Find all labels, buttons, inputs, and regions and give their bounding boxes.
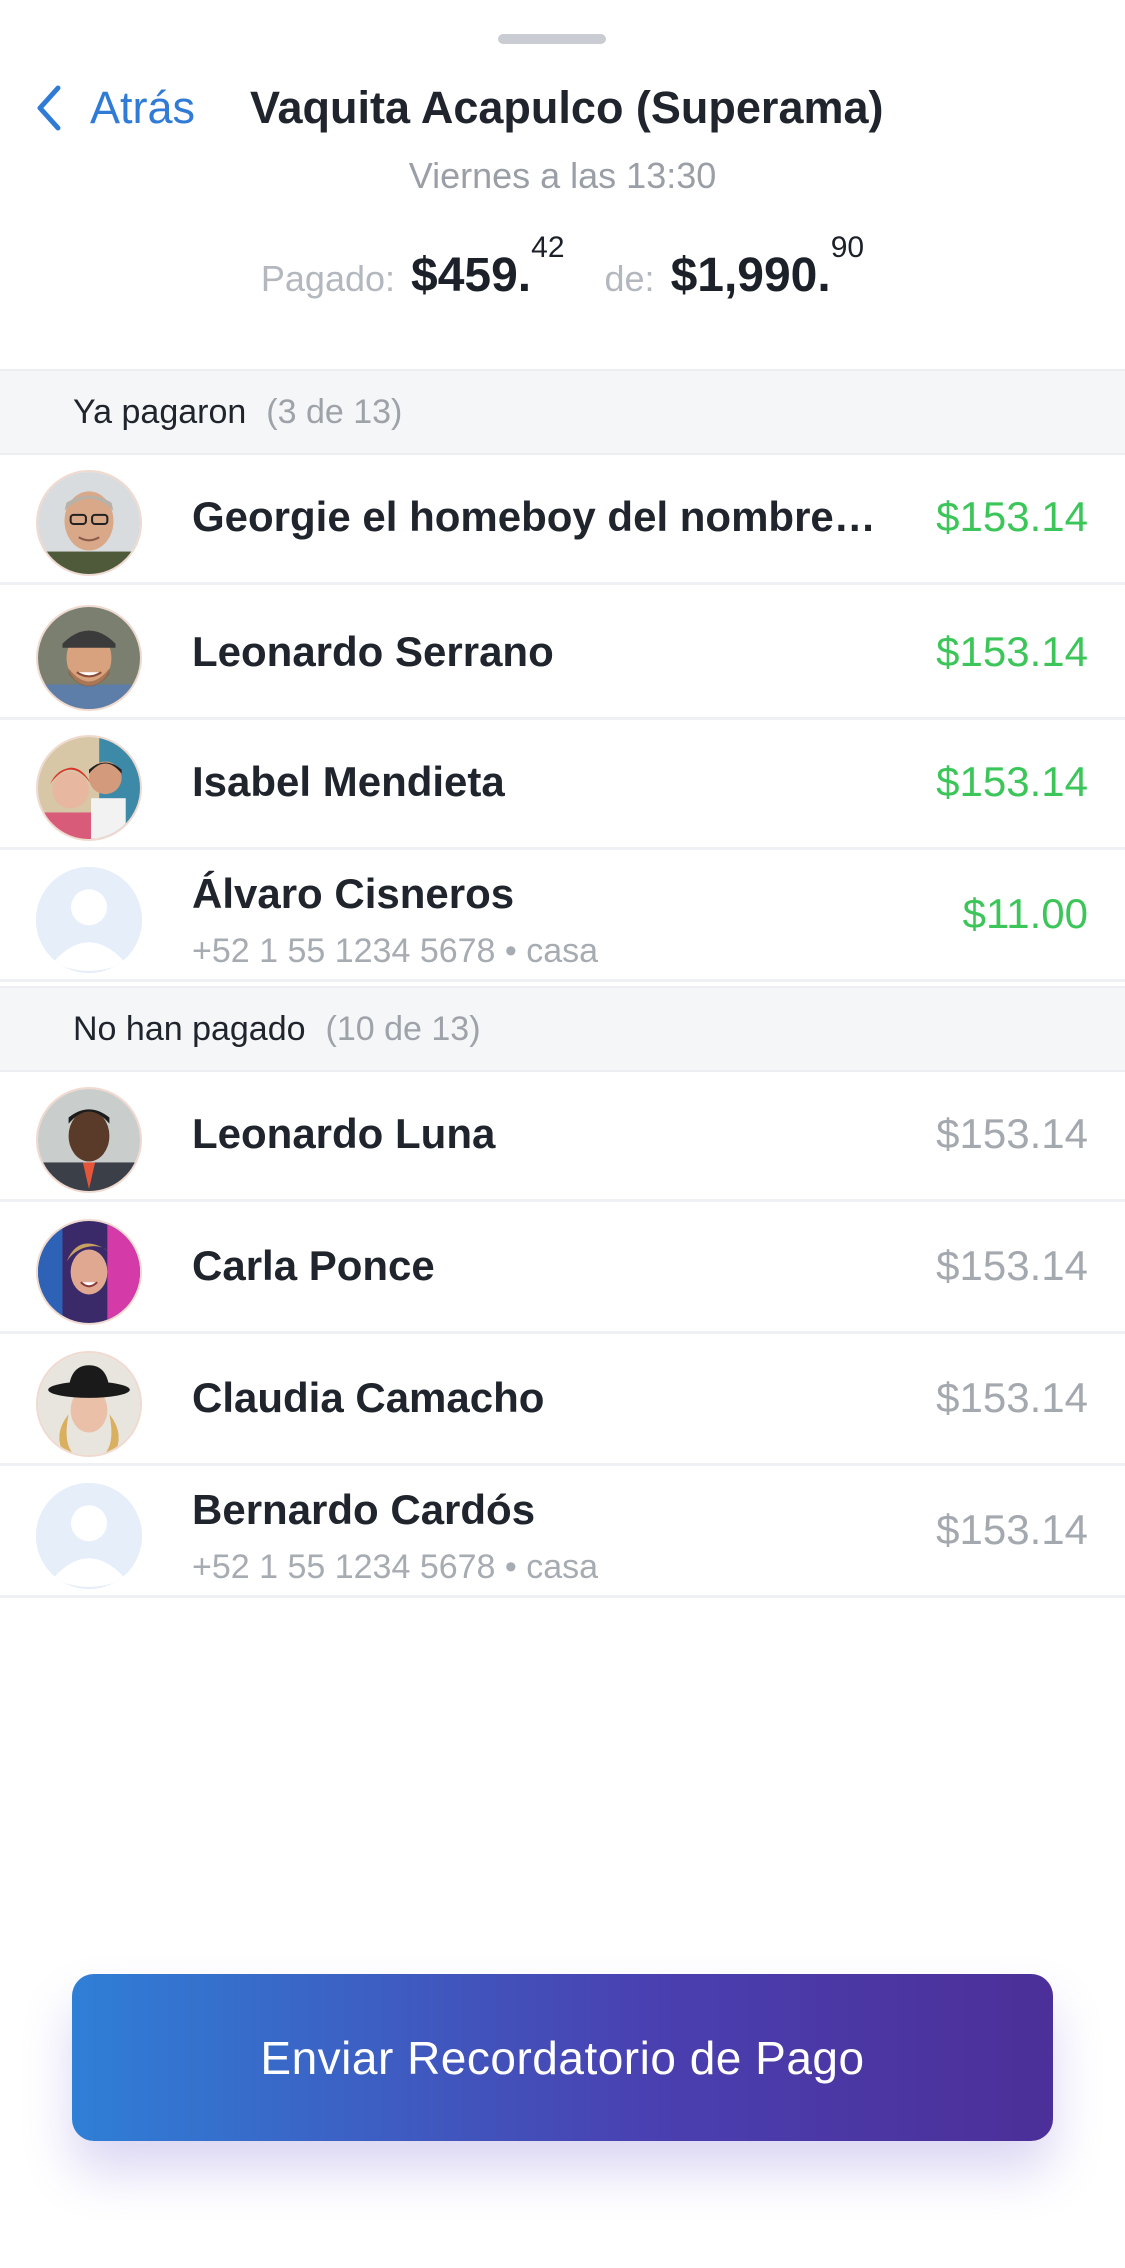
man-cap-avatar-icon [38,607,140,709]
section-title: No han pagado [73,1009,306,1048]
participant-name: Georgie el homeboy del nombre… [192,493,876,540]
page-title: Vaquita Acapulco (Superama) [250,82,884,133]
participant-row[interactable]: Claudia Camacho $153.14 [0,1336,1125,1466]
user-placeholder-icon [36,867,142,973]
participant-row[interactable]: Leonardo Serrano $153.14 [0,590,1125,720]
total-amount-main: $1,990. [670,249,831,302]
section-title: Ya pagaron [73,392,247,431]
participant-amount: $153.14 [936,758,1088,805]
paid-amount-main: $459. [411,249,532,302]
of-label: de: [604,258,655,299]
back-button[interactable]: Atrás [34,82,195,134]
participant-name: Leonardo Luna [192,1110,496,1157]
participant-amount: $153.14 [936,1110,1088,1157]
event-datetime: Viernes a las 13:30 [408,155,717,196]
avatar [36,1351,142,1457]
participant-phone: +52 1 55 1234 5678 • casa [192,932,599,970]
participant-name: Leonardo Serrano [192,628,554,675]
payment-summary: Pagado: $459.42 de: $1,990.90 [0,231,1125,318]
participant-row[interactable]: Leonardo Luna $153.14 [0,1072,1125,1202]
avatar [36,1483,142,1589]
participant-row[interactable]: Isabel Mendieta $153.14 [0,720,1125,850]
participant-phone: +52 1 55 1234 5678 • casa [192,1548,599,1586]
couple-avatar-icon [38,737,140,839]
send-reminder-button[interactable]: Enviar Recordatorio de Pago [72,1974,1053,2141]
participant-name: Claudia Camacho [192,1374,545,1421]
participant-amount: $153.14 [936,1506,1088,1553]
section-count: (10 de 13) [325,1009,481,1048]
participant-amount: $153.14 [936,628,1088,675]
participant-amount: $11.00 [962,890,1088,937]
section-header-paid: Ya pagaron (3 de 13) [0,369,1125,455]
avatar [36,605,142,711]
participant-name: Álvaro Cisneros [192,870,515,917]
paid-amount-cents: 42 [531,231,565,264]
participant-amount: $153.14 [936,1242,1088,1289]
paid-amount: $459.42 [411,231,565,303]
avatar [36,1087,142,1193]
chevron-left-icon [37,85,61,131]
total-amount: $1,990.90 [670,231,865,303]
participant-amount: $153.14 [936,1374,1088,1421]
paid-label: Pagado: [260,258,396,299]
section-header-unpaid: No han pagado (10 de 13) [0,986,1125,1072]
participant-row[interactable]: Georgie el homeboy del nombre… $153.14 [0,455,1125,585]
participant-amount: $153.14 [936,493,1088,540]
man-suit-avatar-icon [38,1089,140,1191]
nav-bar: Atrás Vaquita Acapulco (Superama) [0,72,1125,144]
back-label[interactable]: Atrás [90,82,195,134]
avatar [36,470,142,576]
sheet-grabber[interactable] [498,34,606,44]
participant-row[interactable]: Álvaro Cisneros +52 1 55 1234 5678 • cas… [0,852,1125,982]
avatar [36,735,142,841]
avatar [36,867,142,973]
total-amount-cents: 90 [830,231,865,264]
woman-hat-avatar-icon [38,1353,140,1455]
avatar [36,1219,142,1325]
participant-row[interactable]: Carla Ponce $153.14 [0,1204,1125,1334]
participant-name: Isabel Mendieta [192,758,505,805]
man-glasses-avatar-icon [38,472,140,574]
send-reminder-label: Enviar Recordatorio de Pago [260,2031,865,2084]
user-placeholder-icon [36,1483,142,1589]
section-count: (3 de 13) [266,392,403,431]
participant-row[interactable]: Bernardo Cardós +52 1 55 1234 5678 • cas… [0,1468,1125,1598]
participant-name: Carla Ponce [192,1242,435,1289]
woman-neon-avatar-icon [38,1221,140,1323]
participant-name: Bernardo Cardós [192,1486,536,1533]
